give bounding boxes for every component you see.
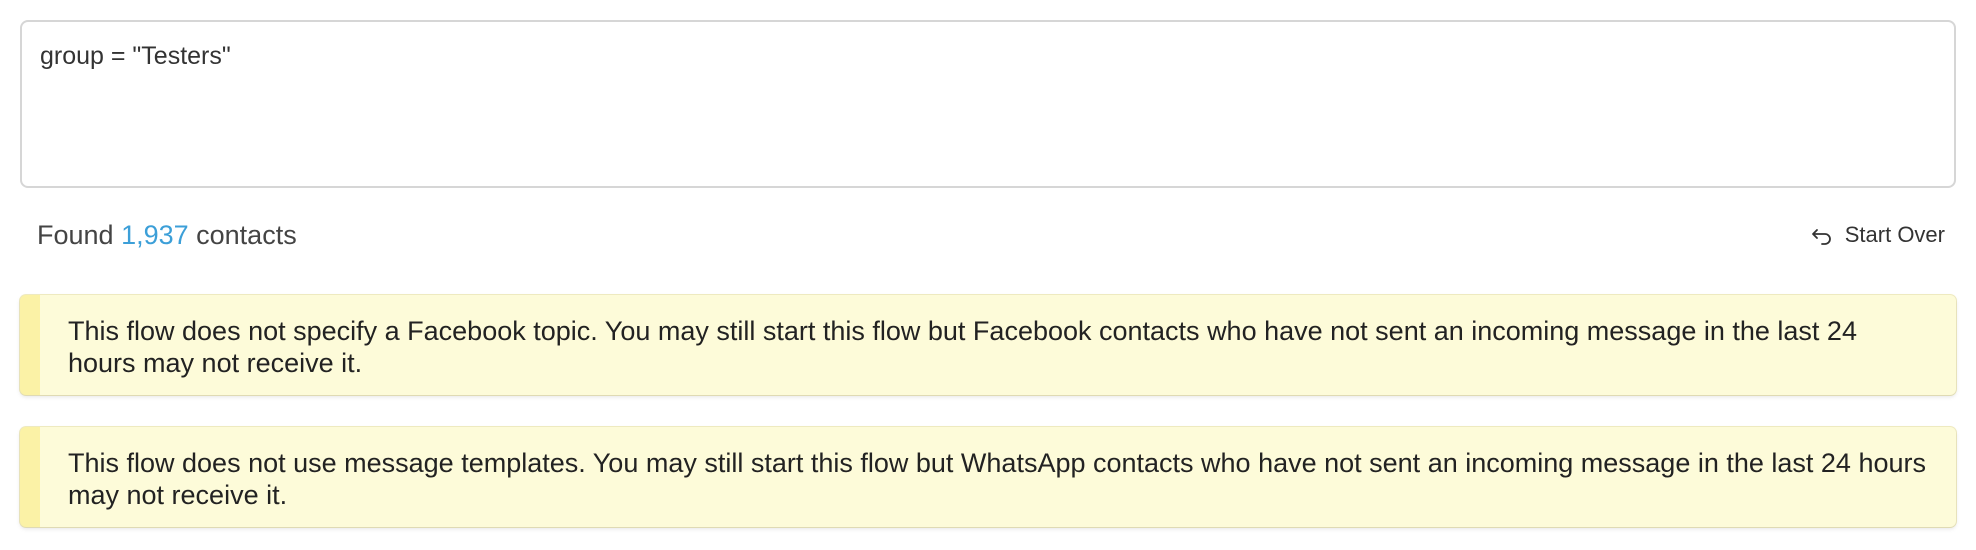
- undo-arrow-icon: [1811, 224, 1833, 246]
- found-contacts-text: Found 1,937 contacts: [37, 220, 297, 251]
- start-over-button[interactable]: Start Over: [1811, 222, 1945, 248]
- start-over-label: Start Over: [1844, 222, 1945, 247]
- whatsapp-template-warning: This flow does not use message templates…: [20, 427, 1956, 527]
- found-prefix: Found: [37, 220, 122, 250]
- facebook-topic-warning: This flow does not specify a Facebook to…: [20, 295, 1956, 395]
- found-suffix: contacts: [188, 220, 297, 250]
- results-summary: Found 1,937 contacts Start Over: [37, 216, 1945, 256]
- warning-text: This flow does not use message templates…: [68, 448, 1926, 510]
- contact-count-link[interactable]: 1,937: [121, 220, 189, 250]
- contact-query-input[interactable]: group = "Testers": [20, 20, 1956, 188]
- flow-start-panel: group = "Testers" Found 1,937 contacts S…: [0, 0, 1976, 550]
- warning-text: This flow does not specify a Facebook to…: [68, 316, 1857, 378]
